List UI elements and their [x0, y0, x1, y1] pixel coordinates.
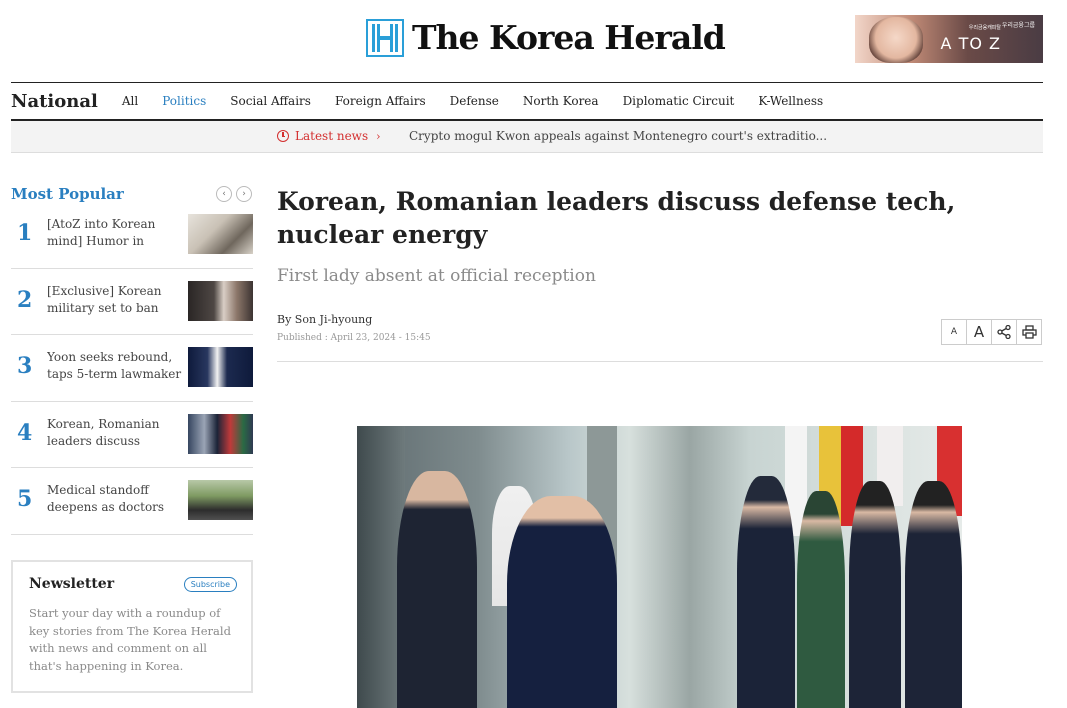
list-item[interactable]: 1 [AtoZ into Korean mind] Humor in Korea…	[11, 202, 253, 269]
photo-person	[797, 491, 845, 708]
rank-number: 5	[17, 486, 33, 512]
section-title[interactable]: National	[11, 91, 98, 112]
nav-item-social-affairs[interactable]: Social Affairs	[230, 94, 311, 108]
logo-mark-icon	[366, 18, 404, 57]
ad-headline: A TO Z	[940, 34, 1001, 53]
list-item-headline[interactable]: [Exclusive] Korean military set to ban i…	[47, 283, 183, 317]
article-photo[interactable]	[357, 426, 962, 708]
list-item[interactable]: 3 Yoon seeks rebound, taps 5-term lawmak…	[11, 335, 253, 402]
nav-item-diplomatic-circuit[interactable]: Diplomatic Circuit	[623, 94, 735, 108]
article-subheadline: First lady absent at official reception	[277, 266, 596, 286]
advertisement-banner[interactable]: 우리금융캐피탈 우리금융그룹 A TO Z	[855, 15, 1043, 63]
photo-person	[507, 496, 617, 708]
font-decrease-button[interactable]: A	[942, 320, 967, 344]
nav-item-k-wellness[interactable]: K-Wellness	[758, 94, 823, 108]
newsletter-box: Newsletter Subscribe Start your day with…	[11, 560, 253, 693]
newsletter-description: Start your day with a roundup of key sto…	[29, 606, 231, 673]
ad-tag: 우리금융그룹	[1001, 22, 1035, 29]
list-item[interactable]: 5 Medical standoff deepens as doctors pr…	[11, 468, 253, 535]
list-item-headline[interactable]: Medical standoff deepens as doctors prep…	[47, 482, 183, 516]
latest-news-bar: Latest news › Crypto mogul Kwon appeals …	[11, 121, 1043, 153]
ad-brand-text: 우리금융캐피탈	[968, 25, 1001, 31]
chevron-right-icon: ›	[376, 129, 381, 143]
rank-number: 3	[17, 353, 33, 379]
list-item[interactable]: 4 Korean, Romanian leaders discuss defen…	[11, 402, 253, 468]
rank-number: 4	[17, 419, 33, 446]
chevron-right-icon[interactable]: ›	[236, 186, 252, 202]
thumbnail-image[interactable]	[188, 214, 253, 254]
article-byline[interactable]: By Son Ji-hyoung	[277, 313, 372, 326]
nav-item-politics[interactable]: Politics	[162, 94, 206, 108]
photo-person	[737, 476, 795, 708]
thumbnail-image[interactable]	[188, 347, 253, 387]
thumbnail-image[interactable]	[188, 280, 253, 321]
thumbnail-image[interactable]	[188, 480, 253, 520]
thumbnail-image[interactable]	[188, 413, 253, 454]
section-nav: National All Politics Social Affairs For…	[11, 82, 1043, 121]
most-popular-pager: ‹ ›	[216, 186, 252, 202]
photo-person	[849, 481, 901, 708]
rank-number: 1	[17, 220, 33, 246]
latest-news-link[interactable]: Latest news ›	[277, 129, 381, 143]
font-small-label: A	[950, 327, 958, 337]
most-popular-list: 1 [AtoZ into Korean mind] Humor in Korea…	[11, 202, 253, 535]
list-item-headline[interactable]: Korean, Romanian leaders discuss defense…	[47, 416, 183, 450]
most-popular-title: Most Popular	[11, 185, 124, 203]
photo-person	[905, 481, 962, 708]
print-icon	[1021, 325, 1037, 339]
photo-person	[397, 471, 477, 708]
chevron-left-icon[interactable]: ‹	[216, 186, 232, 202]
rank-number: 2	[17, 286, 33, 313]
font-increase-button[interactable]: A	[967, 320, 992, 344]
clock-icon	[277, 130, 289, 142]
logo-text: The Korea Herald	[412, 18, 726, 57]
latest-headline-link[interactable]: Crypto mogul Kwon appeals against Monten…	[409, 129, 827, 143]
share-button[interactable]	[992, 320, 1017, 344]
nav-item-north-korea[interactable]: North Korea	[523, 94, 599, 108]
ad-model-image	[869, 17, 923, 63]
font-large-label: A	[973, 323, 985, 341]
latest-news-label: Latest news	[295, 129, 369, 143]
masthead: The Korea Herald 우리금융캐피탈 우리금융그룹 A TO Z	[0, 0, 1067, 80]
article-toolbar: A A	[941, 319, 1042, 345]
article-divider	[277, 361, 1043, 362]
nav-item-foreign-affairs[interactable]: Foreign Affairs	[335, 94, 426, 108]
subscribe-button[interactable]: Subscribe	[183, 577, 237, 592]
publish-date: Published : April 23, 2024 - 15:45	[277, 333, 431, 343]
list-item-headline[interactable]: Yoon seeks rebound, taps 5-term lawmaker…	[47, 349, 183, 383]
list-item[interactable]: 2 [Exclusive] Korean military set to ban…	[11, 269, 253, 335]
article-headline: Korean, Romanian leaders discuss defense…	[277, 187, 956, 249]
nav-item-all[interactable]: All	[122, 94, 138, 108]
list-item-headline[interactable]: [AtoZ into Korean mind] Humor in Korea: …	[47, 216, 183, 250]
print-button[interactable]	[1017, 320, 1041, 344]
share-icon	[997, 325, 1011, 339]
site-logo[interactable]: The Korea Herald	[366, 18, 726, 57]
nav-item-defense[interactable]: Defense	[450, 94, 499, 108]
